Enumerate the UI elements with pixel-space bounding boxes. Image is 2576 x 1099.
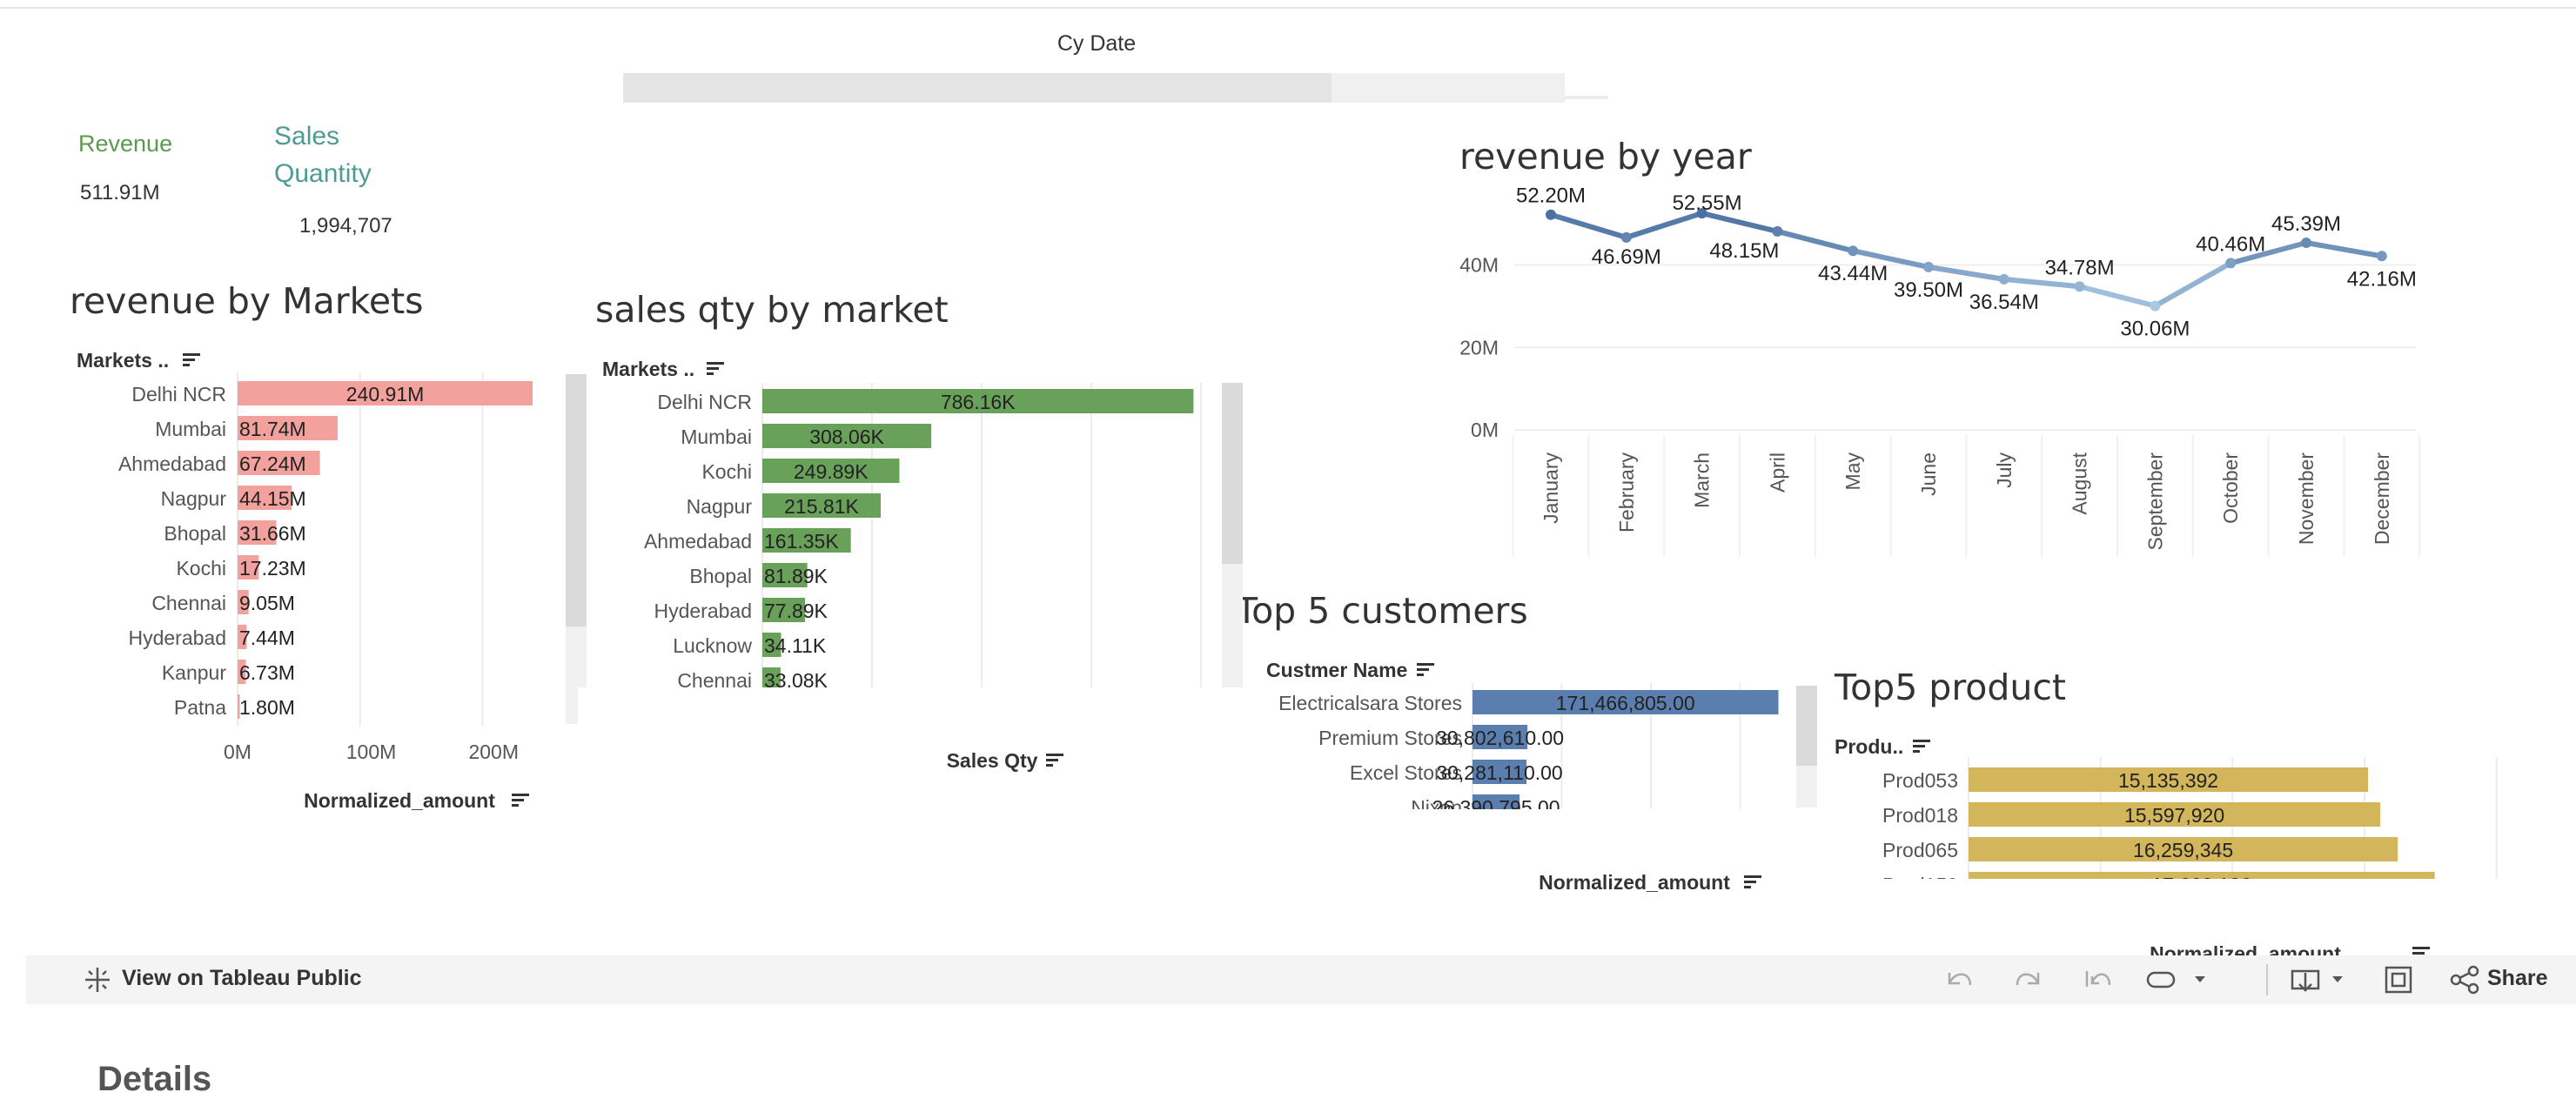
fullscreen-icon[interactable] — [2383, 964, 2416, 995]
revert-icon[interactable] — [2082, 964, 2115, 995]
redo-icon[interactable] — [2012, 964, 2045, 995]
refresh-icon[interactable] — [2143, 964, 2212, 995]
products-category-header: Produ.. — [1835, 735, 1903, 758]
products-header-sort-icon[interactable] — [1913, 740, 1930, 753]
products-clip-mask — [1784, 879, 2576, 931]
products-category-label: Prod053 — [1882, 769, 1958, 792]
share-button[interactable]: Share — [2487, 966, 2547, 991]
view-on-tableau-public-link[interactable]: View on Tableau Public — [122, 966, 362, 991]
products-data-label: 15,597,920 — [2124, 804, 2224, 827]
products-data-label: 16,259,345 — [2133, 839, 2233, 861]
download-icon[interactable] — [2289, 964, 2351, 995]
products-category-label: Prod065 — [1882, 839, 1958, 861]
share-icon[interactable] — [2449, 964, 2482, 995]
products-category-label: Prod018 — [1882, 804, 1958, 827]
tableau-logo-icon — [85, 968, 110, 992]
details-heading: Details — [97, 1060, 212, 1098]
toolbar-divider — [2266, 964, 2268, 995]
top5-product-chart[interactable]: 0M5M10M15M20MProdu..Prod05315,135,392Pro… — [0, 0, 2576, 966]
undo-icon[interactable] — [1942, 964, 1976, 995]
products-data-label: 15,135,392 — [2118, 769, 2218, 792]
